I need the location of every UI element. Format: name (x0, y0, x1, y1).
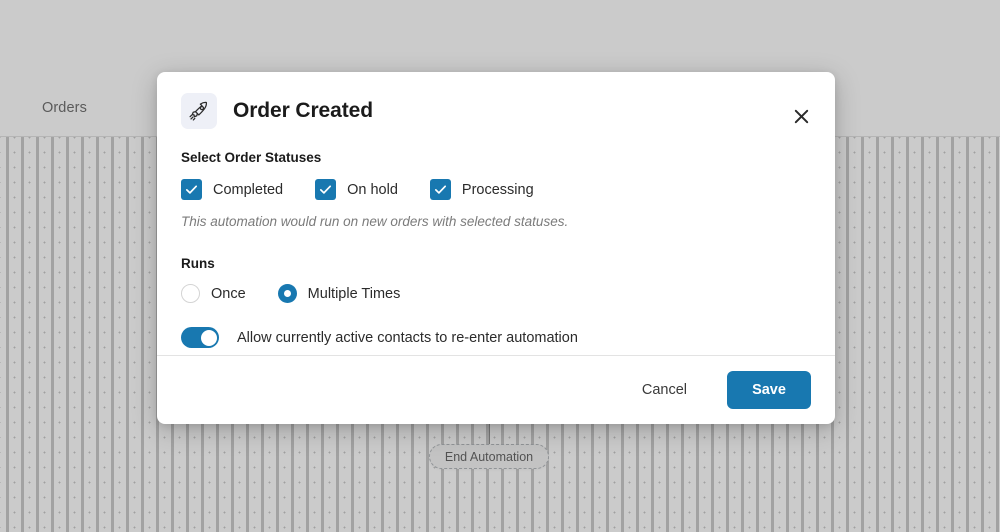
reenter-toggle-label: Allow currently active contacts to re-en… (237, 329, 578, 346)
checkbox-label: On hold (347, 181, 398, 198)
status-checkbox-group: Completed On hold Processing (181, 179, 811, 200)
order-created-modal: Order Created Select Order Statuses Comp… (157, 72, 835, 424)
modal-header: Order Created (157, 72, 835, 150)
runs-section-label: Runs (181, 256, 215, 271)
runs-radio-group: Once Multiple Times (181, 284, 811, 303)
check-icon (315, 179, 337, 200)
checkbox-completed[interactable]: Completed (181, 179, 283, 200)
radio-circle-selected-icon (277, 284, 297, 303)
close-icon[interactable] (785, 100, 817, 132)
page-title: Order Created (233, 99, 373, 122)
check-icon (181, 179, 202, 200)
rocket-icon (181, 93, 217, 129)
radio-multiple-times[interactable]: Multiple Times (277, 284, 401, 303)
radio-circle-icon (181, 284, 200, 303)
checkbox-on-hold[interactable]: On hold (315, 179, 398, 200)
check-icon (429, 179, 451, 200)
reenter-automation-toggle[interactable] (181, 327, 219, 348)
modal-body: Select Order Statuses Completed On hold (157, 150, 835, 348)
status-section-label: Select Order Statuses (181, 150, 322, 165)
radio-once[interactable]: Once (181, 284, 246, 303)
reenter-toggle-row: Allow currently active contacts to re-en… (181, 327, 811, 348)
checkbox-label: Processing (461, 181, 534, 198)
status-helper-text: This automation would run on new orders … (181, 214, 569, 229)
radio-label: Multiple Times (307, 285, 401, 302)
cancel-button[interactable]: Cancel (630, 374, 699, 406)
checkbox-processing[interactable]: Processing (429, 179, 534, 200)
checkbox-label: Completed (213, 181, 284, 198)
radio-label: Once (211, 285, 246, 302)
save-button[interactable]: Save (727, 371, 811, 409)
modal-footer: Cancel Save (157, 355, 835, 424)
